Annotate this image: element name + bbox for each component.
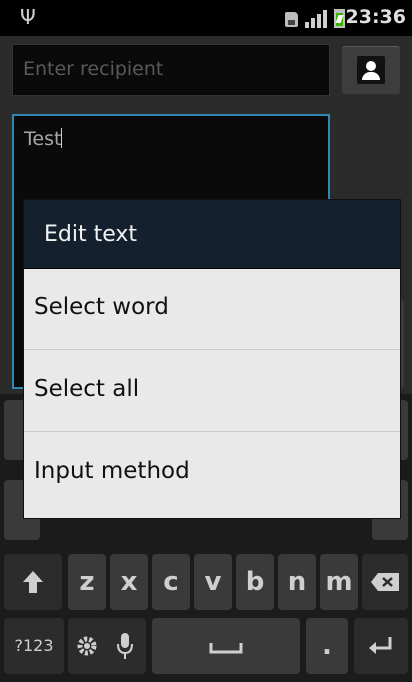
key-x[interactable]: x: [110, 554, 148, 610]
key-z[interactable]: z: [68, 554, 106, 610]
key-c[interactable]: c: [152, 554, 190, 610]
signal-icon: [305, 10, 329, 28]
recipient-input[interactable]: Enter recipient: [12, 44, 330, 96]
dialog-header: Edit text: [24, 200, 400, 269]
usb-icon: Ψ: [20, 5, 36, 29]
key-m[interactable]: m: [320, 554, 358, 610]
settings-voice-key[interactable]: [68, 618, 146, 674]
enter-key[interactable]: [354, 618, 408, 674]
menu-item-select-all[interactable]: Select all: [24, 350, 400, 432]
menu-item-label: Input method: [34, 458, 190, 484]
dialog-title: Edit text: [44, 222, 138, 247]
shift-icon: [23, 571, 43, 593]
contacts-button[interactable]: [342, 46, 400, 94]
settings-icon: [77, 636, 97, 656]
space-key[interactable]: [152, 618, 300, 674]
enter-icon: [369, 637, 392, 654]
menu-item-label: Select word: [34, 294, 169, 320]
sim-icon: [285, 12, 298, 27]
period-key[interactable]: .: [306, 618, 348, 674]
key-n[interactable]: n: [278, 554, 316, 610]
battery-charging-icon: [334, 9, 345, 28]
contact-icon: [357, 56, 385, 84]
message-text: Test: [24, 128, 63, 150]
message-text-value: Test: [24, 128, 62, 150]
symbols-key[interactable]: ?123: [4, 618, 64, 674]
space-icon: [209, 643, 243, 654]
key-v[interactable]: v: [194, 554, 232, 610]
shift-key[interactable]: [4, 554, 62, 610]
status-bar: Ψ 23:36: [0, 0, 412, 36]
menu-item-select-word[interactable]: Select word: [24, 268, 400, 350]
backspace-icon: [371, 573, 399, 591]
clock: 23:36: [345, 6, 406, 28]
menu-item-input-method[interactable]: Input method: [24, 432, 400, 518]
mic-icon: [117, 633, 133, 659]
backspace-key[interactable]: [362, 554, 408, 610]
recipient-placeholder: Enter recipient: [23, 58, 164, 80]
key-b[interactable]: b: [236, 554, 274, 610]
menu-item-label: Select all: [34, 376, 140, 402]
edit-text-dialog: Edit text Select word Select all Input m…: [24, 200, 400, 518]
text-cursor: [61, 128, 63, 148]
